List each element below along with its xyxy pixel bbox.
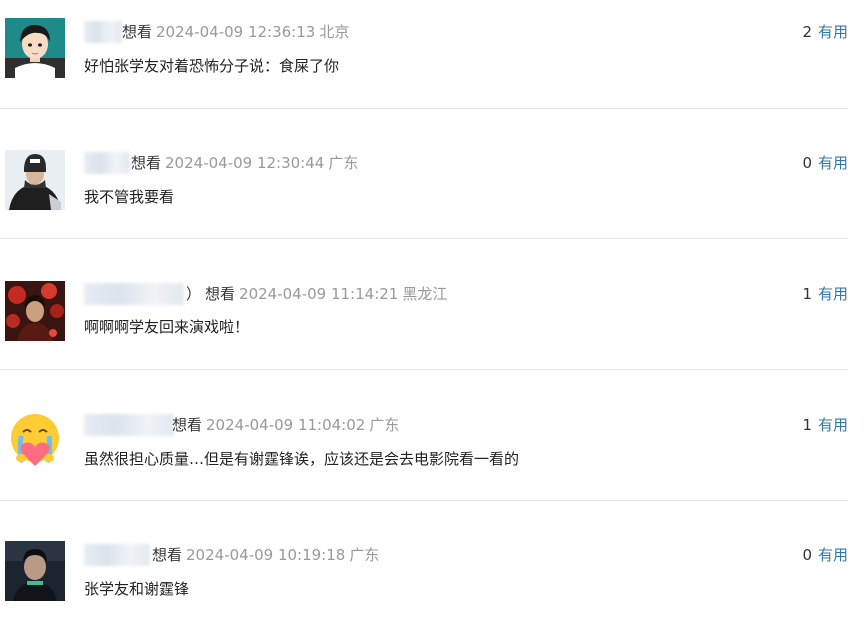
comment-content: 啊啊啊学友回来演戏啦！ bbox=[84, 318, 250, 336]
comment-content: 张学友和谢霆锋 bbox=[84, 580, 190, 598]
vote-area: 0 有用 bbox=[802, 152, 848, 174]
comment-time: 2024-04-09 11:04:02 bbox=[206, 416, 366, 434]
comment-content: 我不管我要看 bbox=[84, 188, 175, 206]
useful-button[interactable]: 有用 bbox=[818, 285, 848, 303]
crying-emoji-avatar-icon bbox=[5, 410, 65, 470]
useful-button[interactable]: 有用 bbox=[818, 546, 848, 564]
comment-location: 广东 bbox=[369, 416, 400, 434]
rating-status: 想看 bbox=[205, 285, 236, 303]
comment-content: 好怕张学友对着恐怖分子说：食屎了你 bbox=[84, 57, 340, 75]
comment-time: 2024-04-09 12:30:44 bbox=[165, 154, 325, 172]
comment-meta: 想看 2024-04-09 10:19:18 广东 bbox=[152, 544, 379, 566]
useful-button[interactable]: 有用 bbox=[818, 23, 848, 41]
comment-location: 北京 bbox=[319, 23, 350, 41]
winter-person-avatar-icon bbox=[5, 150, 65, 210]
username-blurred[interactable] bbox=[84, 414, 174, 436]
avatar[interactable] bbox=[5, 281, 65, 341]
comment-time: 2024-04-09 12:36:13 bbox=[156, 23, 316, 41]
rating-status: 想看 bbox=[131, 154, 162, 172]
vote-area: 2 有用 bbox=[802, 21, 848, 43]
username-suffix: ） bbox=[186, 285, 202, 303]
rating-status: 想看 bbox=[172, 416, 203, 434]
vote-area: 1 有用 bbox=[802, 283, 848, 305]
comment-location: 黑龙江 bbox=[402, 285, 448, 303]
rating-status: 想看 bbox=[152, 546, 183, 564]
avatar[interactable] bbox=[5, 541, 65, 601]
username-blurred[interactable] bbox=[84, 544, 150, 566]
comment-location: 广东 bbox=[349, 546, 380, 564]
comment-location: 广东 bbox=[328, 154, 359, 172]
comment-content: 虽然很担心质量…但是有谢霆锋诶，应该还是会去电影院看一看的 bbox=[84, 450, 520, 468]
vote-area: 1 有用 bbox=[802, 414, 848, 436]
divider bbox=[0, 238, 848, 239]
dark-portrait-avatar-icon bbox=[5, 541, 65, 601]
avatar[interactable] bbox=[5, 18, 65, 78]
username-blurred[interactable] bbox=[84, 152, 130, 174]
rating-status: 想看 bbox=[122, 23, 153, 41]
red-scene-avatar-icon bbox=[5, 281, 65, 341]
comment-meta: 想看 2024-04-09 11:04:02 广东 bbox=[172, 414, 399, 436]
vote-count: 0 bbox=[802, 154, 812, 172]
avatar[interactable] bbox=[5, 150, 65, 210]
avatar[interactable] bbox=[5, 410, 65, 470]
vote-count: 1 bbox=[802, 416, 812, 434]
vote-count: 2 bbox=[802, 23, 812, 41]
comment-meta: 想看 2024-04-09 12:30:44 广东 bbox=[131, 152, 358, 174]
divider bbox=[0, 369, 848, 370]
divider bbox=[0, 108, 848, 109]
comment-meta: 想看 2024-04-09 12:36:13 北京 bbox=[122, 21, 349, 43]
comment-time: 2024-04-09 11:14:21 bbox=[239, 285, 399, 303]
username-blurred[interactable] bbox=[84, 21, 122, 43]
comment-meta: ）想看 2024-04-09 11:14:21 黑龙江 bbox=[186, 283, 447, 305]
comment-time: 2024-04-09 10:19:18 bbox=[186, 546, 346, 564]
vote-area: 0 有用 bbox=[802, 544, 848, 566]
anime-boy-avatar-icon bbox=[5, 18, 65, 78]
vote-count: 1 bbox=[802, 285, 812, 303]
divider bbox=[0, 500, 848, 501]
useful-button[interactable]: 有用 bbox=[818, 416, 848, 434]
username-blurred[interactable] bbox=[84, 283, 184, 305]
vote-count: 0 bbox=[802, 546, 812, 564]
useful-button[interactable]: 有用 bbox=[818, 154, 848, 172]
